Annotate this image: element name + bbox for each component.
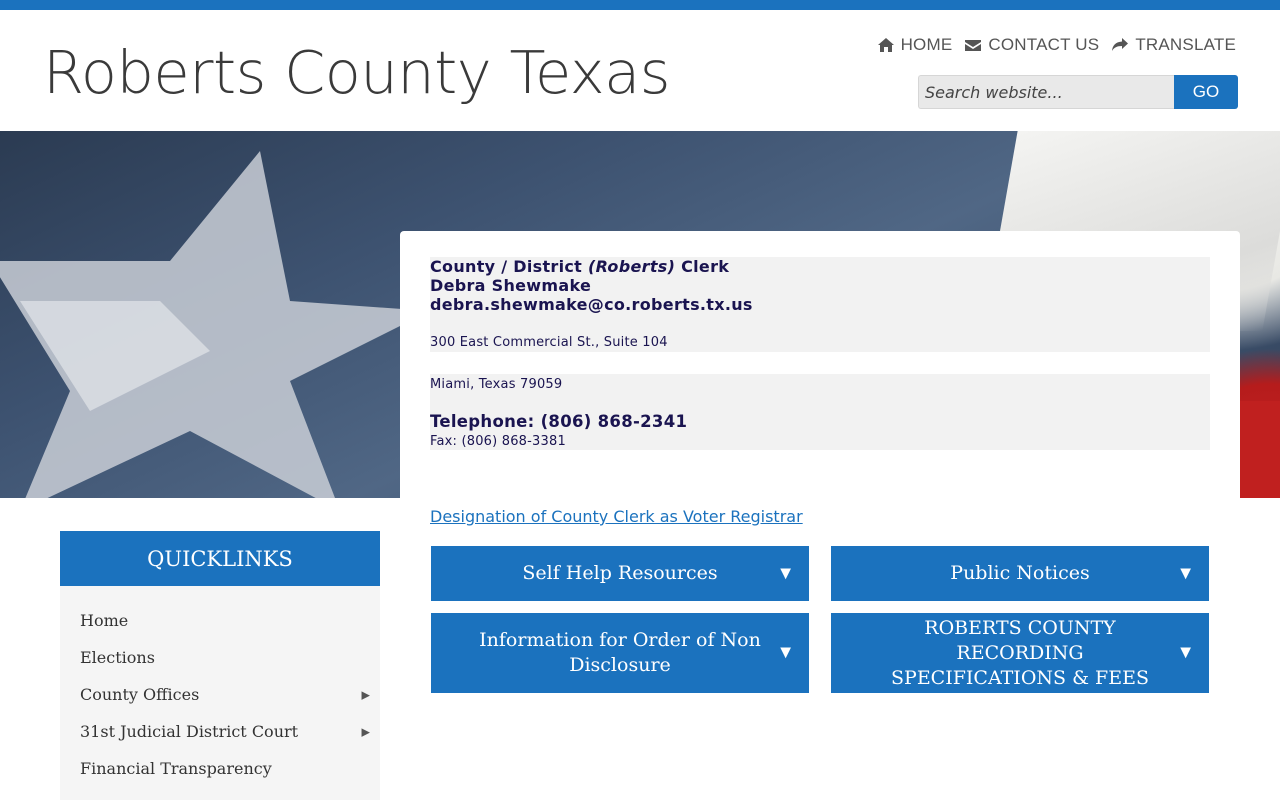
envelope-icon [965, 40, 982, 51]
clerk-telephone: Telephone: (806) 868-2341 [430, 412, 688, 431]
site-header: Roberts County Texas HOME CONTACT US TRA… [0, 10, 1280, 131]
quicklink-label: County Offices [80, 685, 200, 704]
clerk-phone-block: Miami, Texas 79059 Telephone: (806) 868-… [430, 374, 1210, 450]
quicklink-label: 31st Judicial District Court [80, 722, 299, 741]
clerk-title: County / District (Roberts) Clerk [430, 257, 729, 276]
accordion-recording-fees-label: ROBERTS COUNTY RECORDING SPECIFICATIONS … [891, 616, 1149, 689]
nav-home-link[interactable]: HOME [877, 35, 953, 55]
clerk-address-line1: 300 East Commercial St., Suite 104 [430, 335, 668, 350]
top-accent-bar [0, 0, 1280, 10]
clerk-title-prefix: County / District [430, 257, 588, 276]
search-form: GO [918, 75, 1238, 109]
clerk-contact-block: County / District (Roberts) Clerk Debra … [430, 257, 1210, 352]
nav-home-label: HOME [900, 35, 953, 54]
chevron-down-icon: ▼ [1180, 644, 1191, 661]
quicklink-label: Home [80, 611, 129, 630]
nav-translate-link[interactable]: TRANSLATE [1111, 35, 1236, 55]
accordion-self-help-label: Self Help Resources [522, 562, 718, 584]
accordion-recording-fees[interactable]: ROBERTS COUNTY RECORDING SPECIFICATIONS … [831, 613, 1209, 693]
search-input[interactable] [918, 75, 1174, 109]
accordion-non-disclosure-label: Information for Order of Non Disclosure [479, 629, 761, 676]
clerk-address-line2: Miami, Texas 79059 [430, 377, 563, 392]
nav-contact-link[interactable]: CONTACT US [964, 35, 1099, 55]
quicklink-district-court[interactable]: 31st Judicial District Court ▶ [80, 713, 370, 750]
search-go-button[interactable]: GO [1174, 75, 1238, 109]
chevron-down-icon: ▼ [1180, 565, 1191, 581]
quicklink-label: Elections [80, 648, 155, 667]
quicklink-county-offices[interactable]: County Offices ▶ [80, 676, 370, 713]
clerk-title-county: (Roberts) [588, 257, 676, 276]
nav-contact-label: CONTACT US [988, 35, 1100, 54]
quicklink-home[interactable]: Home [80, 602, 370, 639]
accordion-public-notices-label: Public Notices [950, 562, 1090, 584]
quicklinks-menu: Home Elections County Offices ▶ 31st Jud… [60, 586, 380, 800]
share-arrow-icon [1112, 38, 1129, 51]
chevron-down-icon: ▼ [780, 565, 791, 581]
accordion-self-help[interactable]: Self Help Resources ▼ [431, 546, 809, 601]
accordion-non-disclosure[interactable]: Information for Order of Non Disclosure … [431, 613, 809, 693]
nav-translate-label: TRANSLATE [1135, 35, 1236, 54]
chevron-right-icon: ▶ [361, 688, 370, 701]
quicklinks-heading: QUICKLINKS [60, 531, 380, 586]
clerk-email[interactable]: debra.shewmake@co.roberts.tx.us [430, 295, 753, 314]
designation-link[interactable]: Designation of County Clerk as Voter Reg… [430, 507, 803, 526]
quicklink-financial-transparency[interactable]: Financial Transparency [80, 750, 370, 787]
clerk-title-suffix: Clerk [675, 257, 730, 276]
top-navigation: HOME CONTACT US TRANSLATE [877, 35, 1236, 55]
chevron-right-icon: ▶ [361, 725, 370, 738]
site-title[interactable]: Roberts County Texas [43, 38, 671, 107]
home-icon [877, 38, 894, 52]
quicklink-elections[interactable]: Elections [80, 639, 370, 676]
quicklink-label: Financial Transparency [80, 759, 272, 778]
accordion-public-notices[interactable]: Public Notices ▼ [831, 546, 1209, 601]
clerk-fax: Fax: (806) 868-3381 [430, 434, 566, 449]
clerk-name: Debra Shewmake [430, 276, 592, 295]
chevron-down-icon: ▼ [780, 644, 791, 661]
